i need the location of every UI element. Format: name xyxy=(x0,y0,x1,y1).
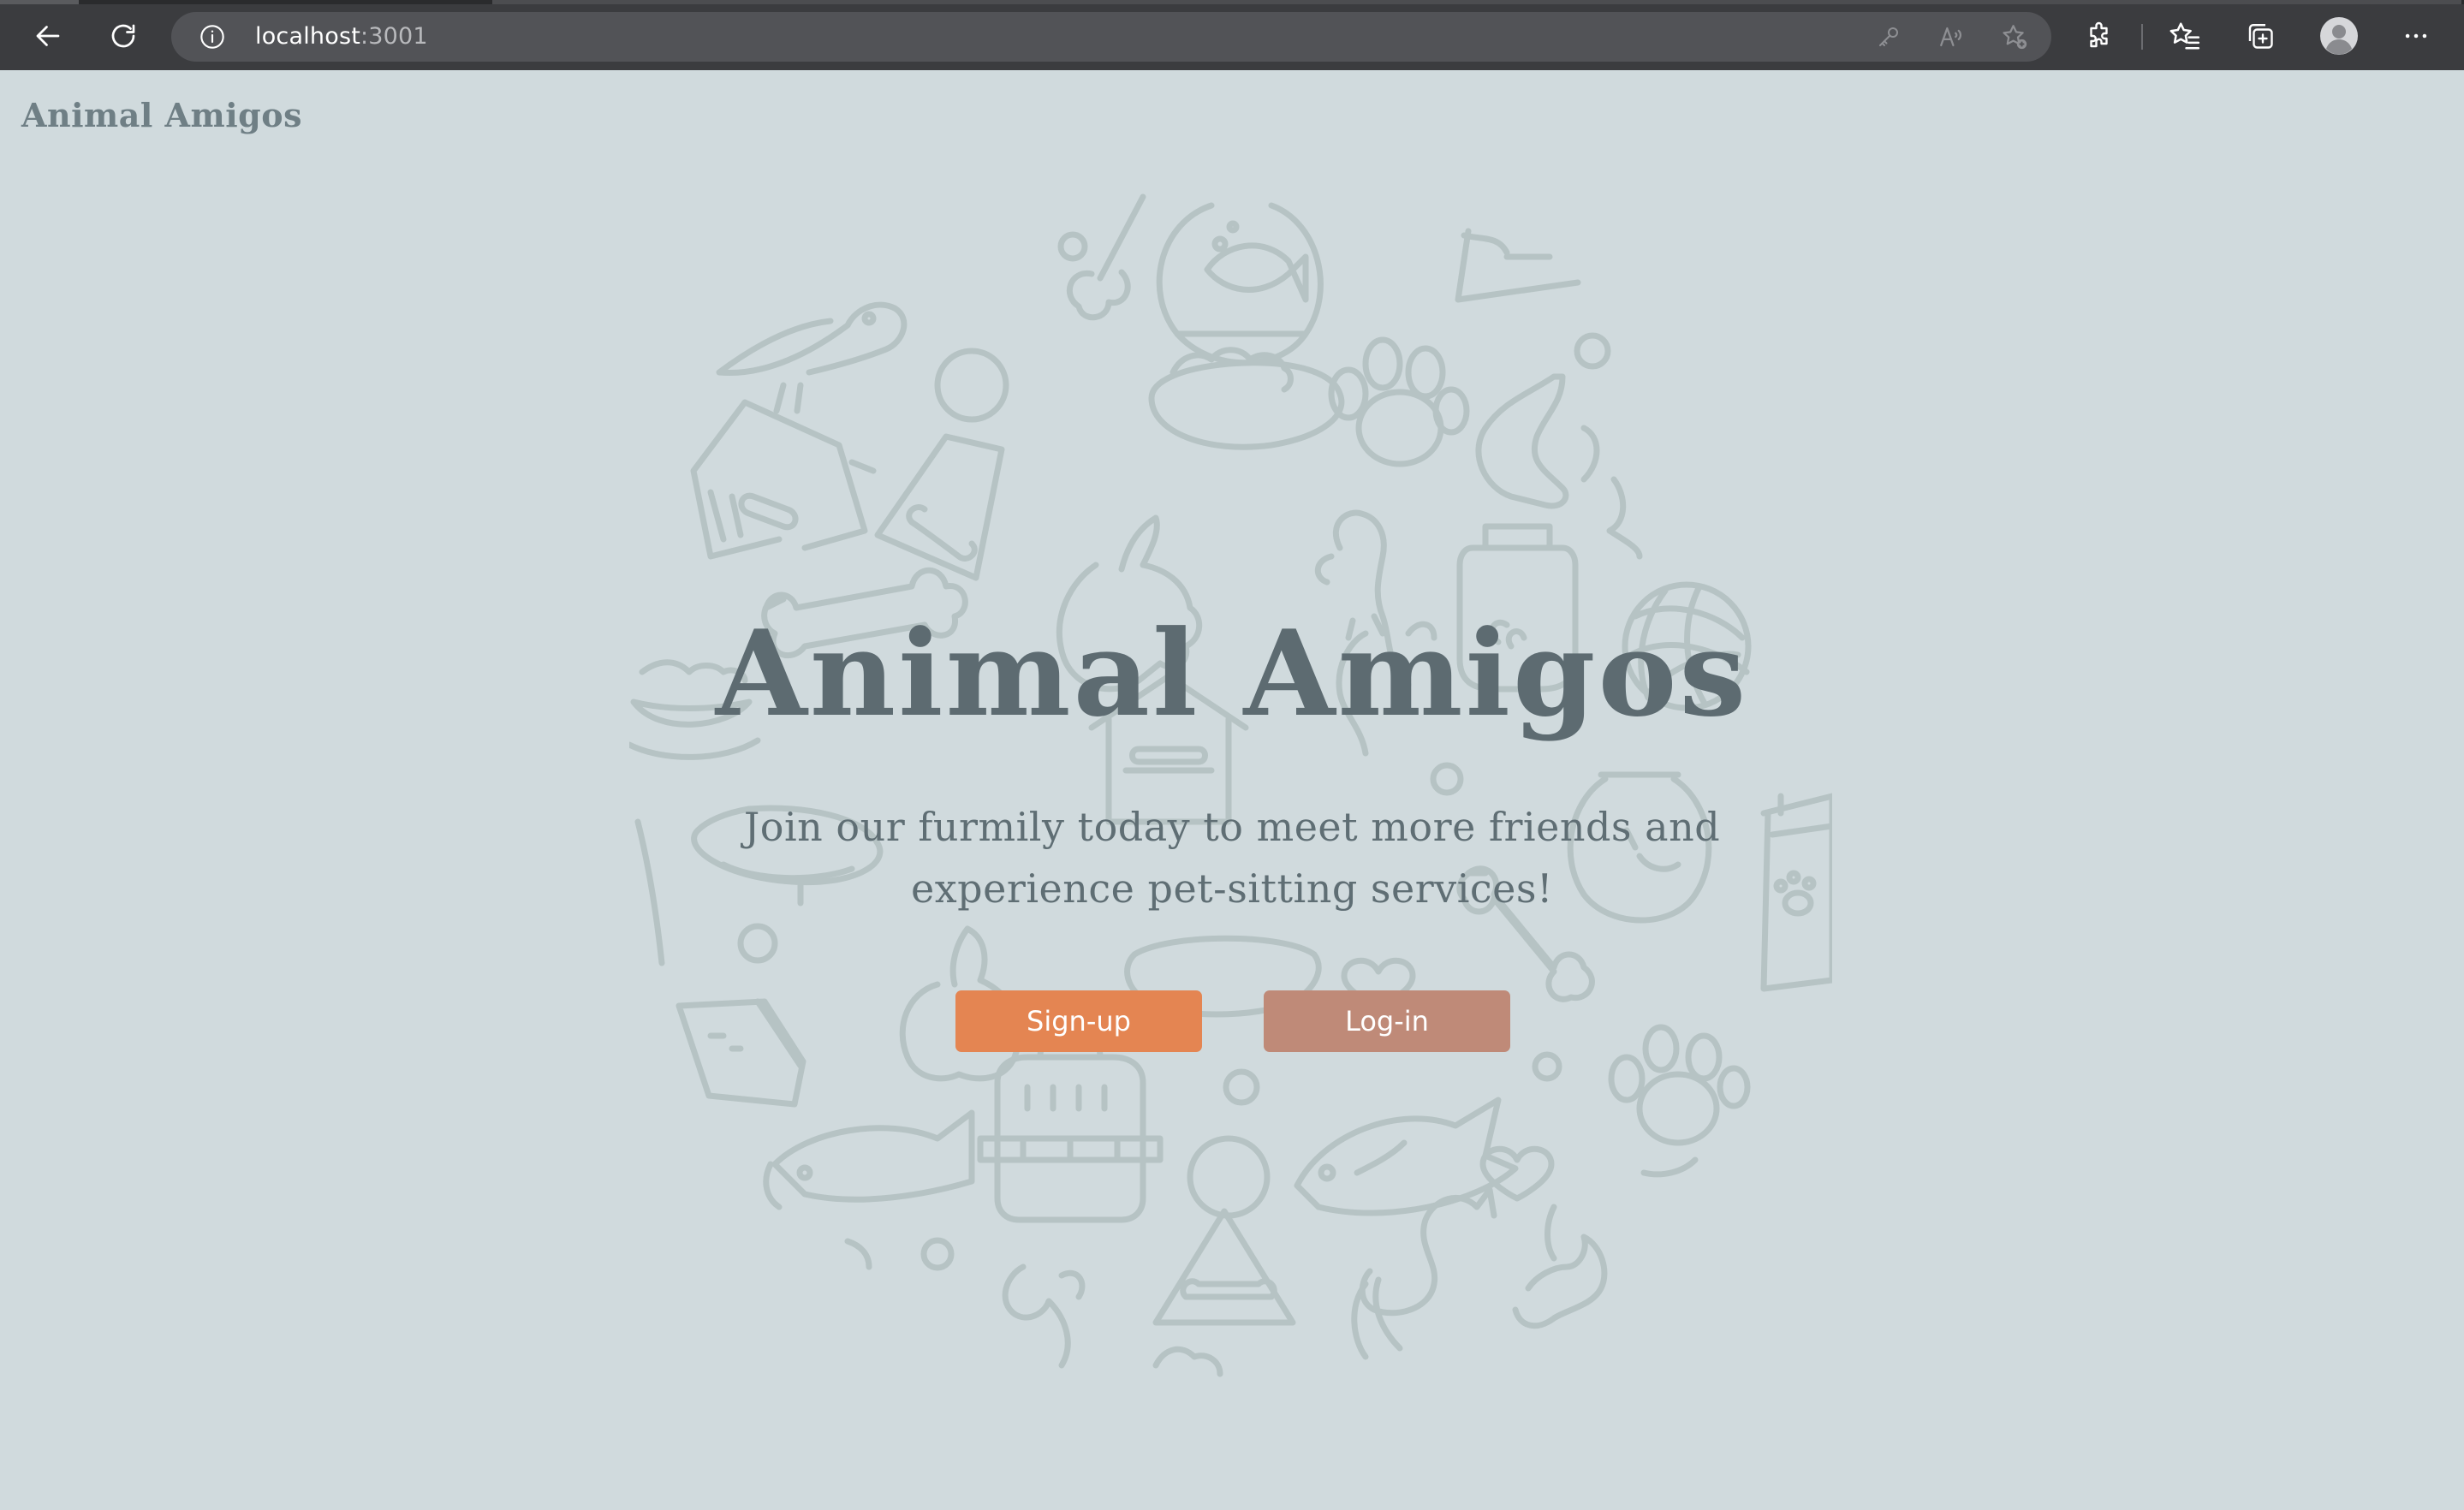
hero-title: Animal Amigos xyxy=(715,603,1749,743)
litter-box-doodle-icon xyxy=(676,998,806,1108)
tag-doodle-icon xyxy=(1455,228,1581,303)
food-bag-doodle-icon xyxy=(1760,793,1832,992)
reload-button[interactable] xyxy=(101,14,146,58)
pet-doodle-background xyxy=(629,193,1832,1377)
url-port: :3001 xyxy=(360,23,428,50)
paw-doodle-icon xyxy=(1328,336,1470,467)
dot-doodle xyxy=(1574,332,1611,370)
fish-doodle-icon xyxy=(763,1109,975,1210)
hero-subtitle: Join our furmily today to meet more frie… xyxy=(743,804,1721,912)
back-button[interactable] xyxy=(26,14,70,58)
tab-strip xyxy=(0,0,2464,4)
extensions-button[interactable] xyxy=(2081,17,2119,55)
favorites-icon xyxy=(2169,22,2200,50)
parrot-doodle-icon xyxy=(716,301,908,414)
active-tab-indicator[interactable] xyxy=(0,0,79,4)
add-favorite-button[interactable] xyxy=(1999,21,2030,52)
back-arrow-icon xyxy=(36,26,60,46)
add-favorite-icon xyxy=(2003,25,2027,50)
reload-icon xyxy=(111,24,135,48)
read-aloud-button[interactable] xyxy=(1937,21,1967,52)
login-button[interactable]: Log-in xyxy=(1264,990,1510,1052)
info-icon[interactable] xyxy=(199,23,226,51)
favorites-button[interactable] xyxy=(2166,17,2204,55)
browser-toolbar: localhost:3001 xyxy=(0,0,2464,70)
leash-doodle-icon xyxy=(634,818,665,966)
password-key-button[interactable] xyxy=(1873,21,1904,52)
tab-strip-area[interactable] xyxy=(492,0,2461,4)
curl-doodle xyxy=(844,1238,872,1270)
toolbar-separator xyxy=(2141,24,2143,50)
more-menu-button[interactable] xyxy=(2397,17,2435,55)
url-text[interactable]: localhost:3001 xyxy=(255,12,428,62)
doghouse-doodle-icon xyxy=(690,399,877,560)
rabbit-doodle-icon xyxy=(1512,1204,1608,1329)
toy-tag-doodle-icon xyxy=(874,348,1009,581)
curl-doodle xyxy=(1152,1346,1223,1377)
signup-button[interactable]: Sign-up xyxy=(955,990,1202,1052)
pet-carrier-doodle-icon xyxy=(977,1032,1164,1223)
extensions-icon xyxy=(2090,21,2108,48)
fishbowl-doodle-icon xyxy=(1156,202,1324,366)
profile-button[interactable] xyxy=(2318,15,2360,56)
dot-doodle xyxy=(1057,231,1088,262)
paw-doodle-icon xyxy=(1608,1024,1751,1178)
dot-doodle xyxy=(1532,1051,1562,1082)
dot-doodle xyxy=(920,1237,955,1271)
collections-icon xyxy=(2248,24,2273,49)
profile-avatar-icon xyxy=(2320,17,2358,55)
site-logo[interactable]: Animal Amigos xyxy=(21,96,302,134)
dog-doodle-icon xyxy=(1002,1263,1086,1369)
tag-doodle-icon xyxy=(1152,1135,1296,1326)
key-icon xyxy=(1879,27,1898,46)
read-aloud-icon xyxy=(1940,27,1962,47)
address-bar[interactable]: localhost:3001 xyxy=(171,12,2051,62)
more-menu-icon xyxy=(2405,33,2427,39)
dot-doodle xyxy=(1430,762,1464,796)
food-bowl-doodle-icon xyxy=(1148,347,1345,450)
collections-button[interactable] xyxy=(2241,17,2279,55)
url-host: localhost xyxy=(255,23,360,50)
